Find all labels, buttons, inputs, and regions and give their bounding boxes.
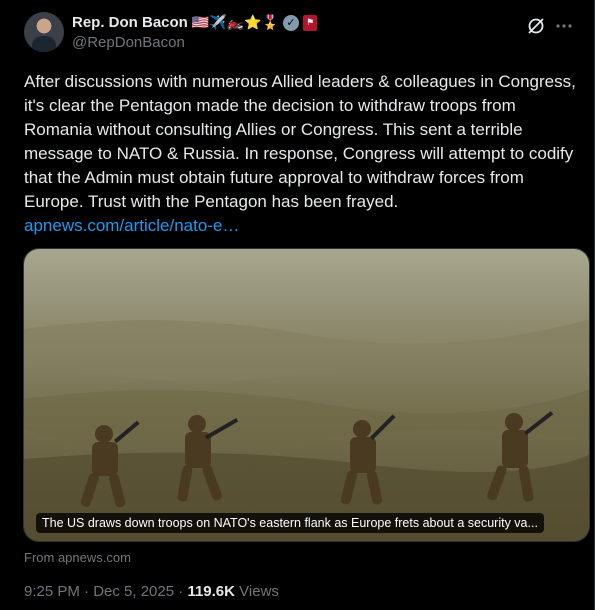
views-count: 119.6K bbox=[187, 583, 235, 600]
tweet-header: Rep. Don Bacon 🇺🇸✈️🏍️⭐🎖️ ✓ ⚑ @RepDonBaco… bbox=[24, 12, 574, 56]
affiliation-badge-icon[interactable]: ⚑ bbox=[303, 14, 318, 31]
tweet-detail: Rep. Don Bacon 🇺🇸✈️🏍️⭐🎖️ ✓ ⚑ @RepDonBaco… bbox=[0, 0, 595, 610]
author-handle[interactable]: @RepDonBacon bbox=[72, 34, 185, 51]
tweet-meta: 9:25 PM · Dec 5, 2025 · 119.6K Views bbox=[24, 583, 279, 600]
card-image bbox=[24, 249, 589, 541]
author-avatar[interactable] bbox=[24, 12, 64, 52]
tweet-body: After discussions with numerous Allied l… bbox=[24, 70, 584, 238]
author-name-emojis: 🇺🇸✈️🏍️⭐🎖️ bbox=[191, 14, 280, 31]
tweet-link[interactable]: apnews.com/article/nato-e… bbox=[24, 214, 584, 238]
tweet-text: After discussions with numerous Allied l… bbox=[24, 72, 576, 211]
card-headline[interactable]: The US draws down troops on NATO's easte… bbox=[36, 513, 544, 533]
card-source[interactable]: From apnews.com bbox=[24, 550, 131, 565]
tweet-timestamp[interactable]: 9:25 PM · Dec 5, 2025 bbox=[24, 583, 174, 600]
grok-icon[interactable] bbox=[526, 16, 546, 36]
meta-separator: · bbox=[174, 583, 188, 600]
ellipsis-icon[interactable] bbox=[554, 16, 574, 36]
link-preview-card[interactable]: The US draws down troops on NATO's easte… bbox=[23, 248, 590, 542]
verified-check-icon[interactable]: ✓ bbox=[283, 14, 300, 31]
author-display-name[interactable]: Rep. Don Bacon bbox=[72, 14, 188, 31]
views-label: Views bbox=[239, 583, 279, 600]
author-name-row[interactable]: Rep. Don Bacon 🇺🇸✈️🏍️⭐🎖️ ✓ ⚑ bbox=[72, 14, 318, 31]
